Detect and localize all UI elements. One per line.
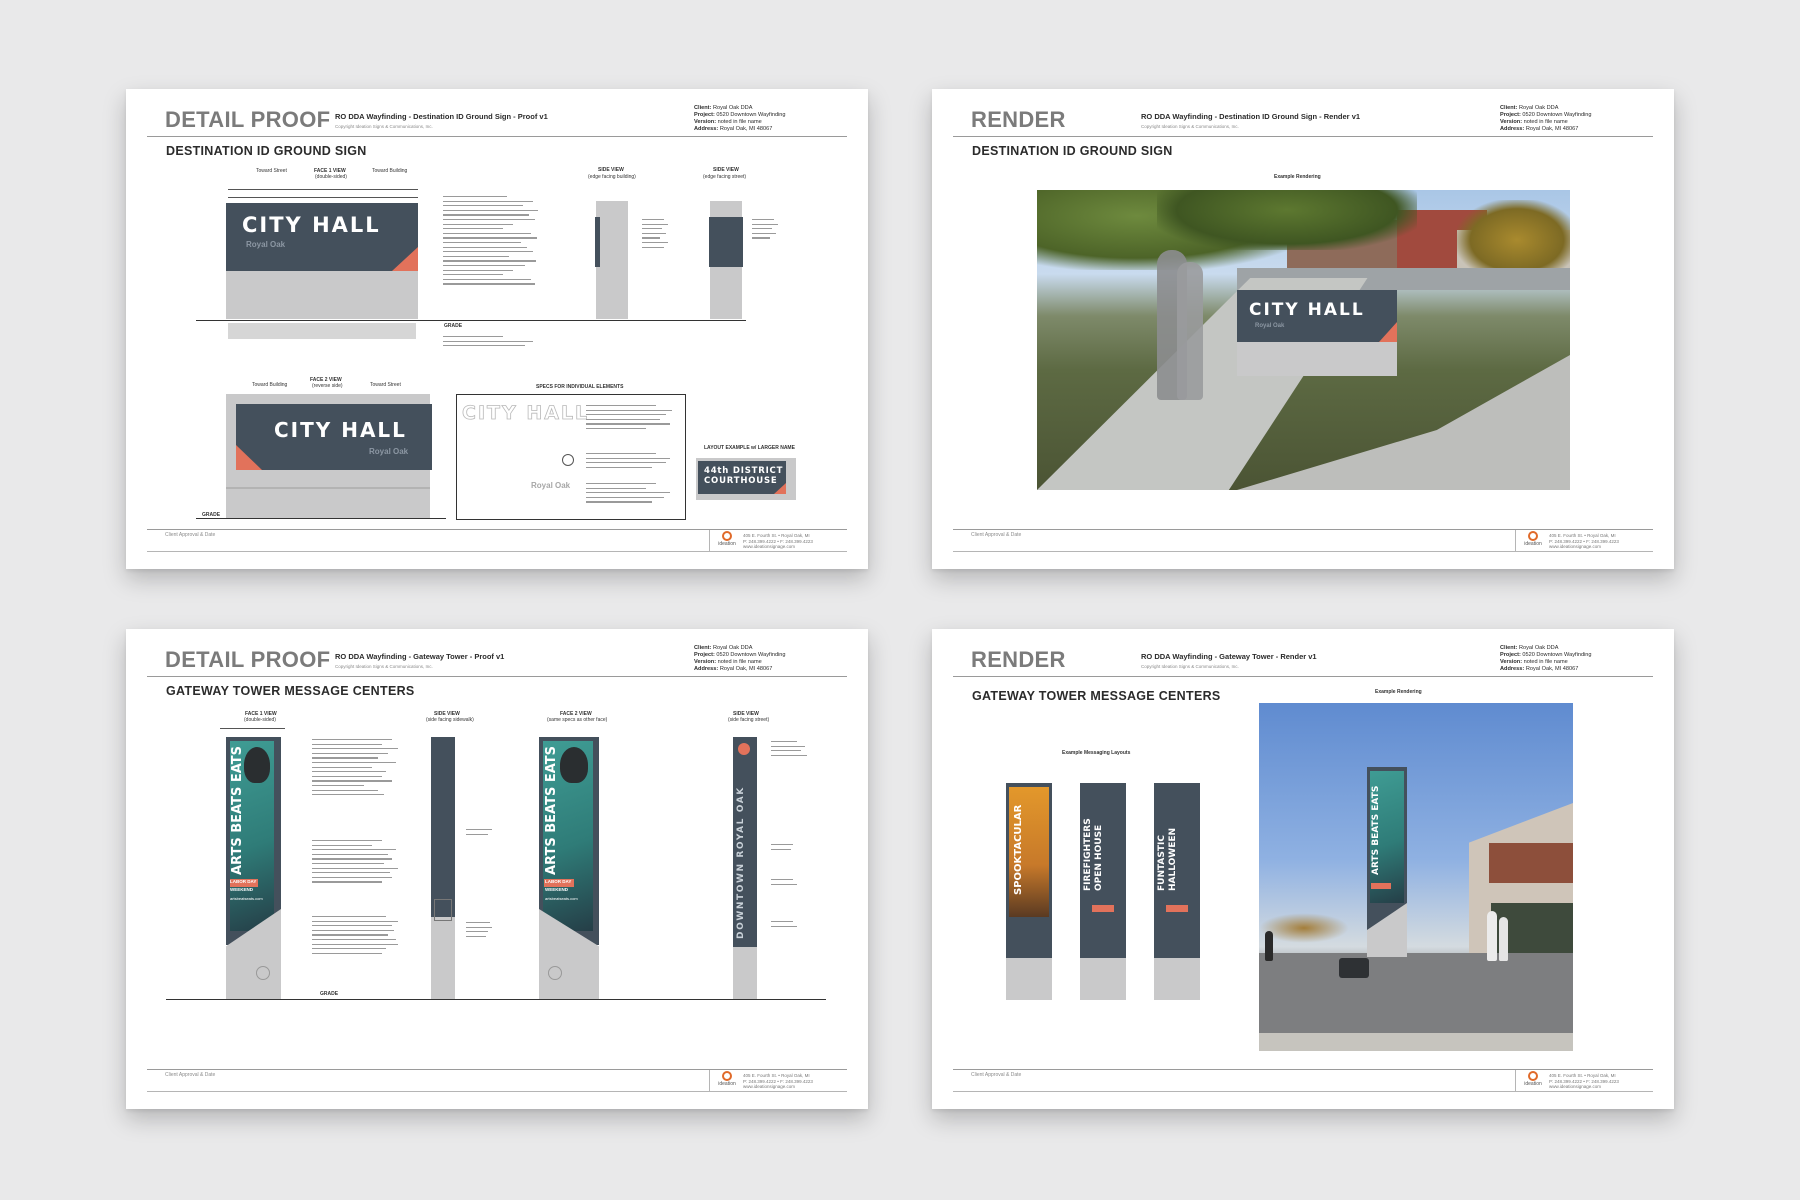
sign-subtitle: Royal Oak bbox=[369, 447, 409, 456]
sheet-label: DETAIL PROOF bbox=[165, 107, 331, 132]
direction-label: Toward Building bbox=[372, 168, 408, 174]
sheet-label: RENDER bbox=[971, 107, 1066, 132]
ideation-logo: ideation bbox=[1522, 531, 1544, 547]
sheet-title: RO DDA Wayfinding - Destination ID Groun… bbox=[335, 112, 548, 121]
sign-subtitle: Royal Oak bbox=[1255, 323, 1285, 329]
sheet-meta: Client: Royal Oak DDA Project: 0520 Down… bbox=[1500, 645, 1592, 672]
layout-title: FIREFIGHTERS OPEN HOUSE bbox=[1083, 818, 1104, 891]
client-approval: Client Approval & Date bbox=[971, 1072, 1022, 1078]
sign-title: CITY HALL bbox=[274, 418, 407, 442]
ideation-logo: ideation bbox=[716, 531, 738, 547]
banner-text: ARTS BEATS EATS bbox=[230, 745, 245, 875]
sheet-label: DETAIL PROOF bbox=[165, 647, 331, 672]
side-view-caption: SIDE VIEW bbox=[713, 167, 739, 173]
sheet-copyright: Copyright Ideation Signs & Communication… bbox=[1141, 664, 1239, 669]
section-title: DESTINATION ID GROUND SIGN bbox=[166, 144, 367, 158]
sheet-title: RO DDA Wayfinding - Gateway Tower - Rend… bbox=[1141, 652, 1317, 661]
example-caption: Example Rendering bbox=[1375, 689, 1422, 695]
direction-label: Toward Street bbox=[370, 382, 401, 388]
sign-title: CITY HALL bbox=[1249, 300, 1365, 320]
sheet-ground-sign-proof: DETAIL PROOF RO DDA Wayfinding - Destina… bbox=[126, 89, 868, 569]
footer-address: 405 E. Fourth St. • Royal Oak, MI P: 248.… bbox=[743, 1073, 813, 1090]
alt-sign-title: 44th DISTRICT COURTHOUSE bbox=[704, 466, 784, 486]
sheet-title: RO DDA Wayfinding - Gateway Tower - Proo… bbox=[335, 652, 505, 661]
sheet-copyright: Copyright Ideation Signs & Communication… bbox=[1141, 124, 1239, 129]
client-approval: Client Approval & Date bbox=[165, 1072, 216, 1078]
footer-address: 405 E. Fourth St. • Royal Oak, MI P: 248.… bbox=[743, 533, 813, 550]
sheet-label: RENDER bbox=[971, 647, 1066, 672]
sheet-copyright: Copyright Ideation Signs & Communication… bbox=[335, 124, 433, 129]
grade-label: GRADE bbox=[320, 991, 339, 997]
tower-side-text: DOWNTOWN ROYAL OAK bbox=[736, 786, 746, 939]
layout-title: SPOOKTACULAR bbox=[1013, 804, 1024, 895]
render-photo-gateway-tower: ARTS BEATS EATS bbox=[1259, 703, 1573, 1051]
face2-sub: (reverse side) bbox=[312, 383, 343, 389]
layout-title: FUNTASTIC HALLOWEEN bbox=[1157, 827, 1178, 891]
sign-subtitle-outline: Royal Oak bbox=[531, 481, 571, 490]
footer-address: 405 E. Fourth St. • Royal Oak, MI P: 248.… bbox=[1549, 1073, 1619, 1090]
client-approval: Client Approval & Date bbox=[971, 532, 1022, 538]
grade-label: GRADE bbox=[444, 323, 463, 329]
banner-text: ARTS BEATS EATS bbox=[544, 745, 559, 875]
header-divider bbox=[147, 136, 847, 137]
side-view-caption: SIDE VIEW bbox=[598, 167, 624, 173]
sign-title: CITY HALL bbox=[242, 213, 381, 237]
section-title: GATEWAY TOWER MESSAGE CENTERS bbox=[972, 689, 1221, 703]
sheet-copyright: Copyright Ideation Signs & Communication… bbox=[335, 664, 433, 669]
sheet-meta: Client: Royal Oak DDA Project: 0520 Down… bbox=[1500, 105, 1592, 132]
client-approval: Client Approval & Date bbox=[165, 532, 216, 538]
ideation-logo: ideation bbox=[1522, 1071, 1544, 1087]
sheet-meta: Client: Royal Oak DDA Project: 0520 Down… bbox=[694, 105, 786, 132]
face2-sub: (same specs as other face) bbox=[547, 717, 608, 723]
side-view-sub: (side facing street) bbox=[728, 717, 770, 723]
section-title: DESTINATION ID GROUND SIGN bbox=[972, 144, 1173, 158]
render-photo-city-hall: CITY HALL Royal Oak bbox=[1037, 190, 1570, 490]
side-view-sub: (edge facing street) bbox=[703, 174, 747, 180]
layout-caption: LAYOUT EXAMPLE w/ LARGER NAME bbox=[704, 445, 795, 451]
example-caption: Example Rendering bbox=[1274, 174, 1321, 180]
direction-label: Toward Street bbox=[256, 168, 287, 174]
grade-label: GRADE bbox=[202, 512, 221, 518]
sheet-meta: Client: Royal Oak DDA Project: 0520 Down… bbox=[694, 645, 786, 672]
side-view-sub: (side facing sidewalk) bbox=[426, 717, 474, 723]
section-title: GATEWAY TOWER MESSAGE CENTERS bbox=[166, 684, 415, 698]
side-view-sub: (edge facing building) bbox=[588, 174, 636, 180]
ideation-logo: ideation bbox=[716, 1071, 738, 1087]
face1-sub: (double-sided) bbox=[315, 174, 347, 180]
footer-address: 405 E. Fourth St. • Royal Oak, MI P: 248.… bbox=[1549, 533, 1619, 550]
face1-sub: (double-sided) bbox=[244, 717, 276, 723]
sheet-ground-sign-render: RENDER RO DDA Wayfinding - Destination I… bbox=[932, 89, 1674, 569]
specs-caption: SPECS FOR INDIVIDUAL ELEMENTS bbox=[536, 384, 624, 390]
sheet-gateway-tower-render: RENDER RO DDA Wayfinding - Gateway Tower… bbox=[932, 629, 1674, 1109]
layouts-caption: Example Messaging Layouts bbox=[1062, 750, 1131, 756]
tower-banner-text: ARTS BEATS EATS bbox=[1371, 785, 1381, 875]
sign-subtitle: Royal Oak bbox=[246, 240, 286, 249]
sheet-gateway-tower-proof: DETAIL PROOF RO DDA Wayfinding - Gateway… bbox=[126, 629, 868, 1109]
sign-title-outline: CITY HALL bbox=[462, 402, 590, 425]
direction-label: Toward Building bbox=[252, 382, 288, 388]
sheet-title: RO DDA Wayfinding - Destination ID Groun… bbox=[1141, 112, 1361, 121]
